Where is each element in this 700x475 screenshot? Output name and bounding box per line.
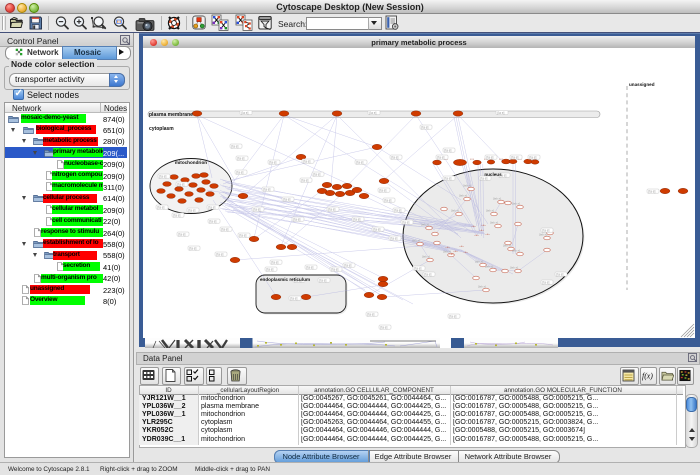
svg-text:[lab e]: [lab e] xyxy=(510,265,518,269)
svg-text:[la e]: [la e] xyxy=(543,280,550,284)
svg-text:[la e]: [la e] xyxy=(380,188,387,192)
svg-text:[la e]: [la e] xyxy=(425,272,432,276)
svg-text:plasma membrane: plasma membrane xyxy=(149,112,193,118)
svg-text:~e~: ~e~ xyxy=(449,252,454,256)
svg-text:[la e]: [la e] xyxy=(391,236,398,240)
svg-text:cytoplasm: cytoplasm xyxy=(149,126,174,132)
svg-text:f(x): f(x) xyxy=(642,372,653,381)
svg-text:[la e]: [la e] xyxy=(332,267,339,271)
svg-text:[la e]: [la e] xyxy=(210,219,217,223)
svg-text:~e~: ~e~ xyxy=(463,250,468,254)
svg-text:[la e]: [la e] xyxy=(190,246,197,250)
svg-text:[la e]: [la e] xyxy=(368,312,375,316)
svg-text:[la e]: [la e] xyxy=(237,170,244,174)
svg-text:[la e]: [la e] xyxy=(174,213,181,217)
svg-text:[la e]: [la e] xyxy=(557,272,564,276)
svg-text:x-x: x-x xyxy=(470,157,474,161)
svg-text:[la e]: [la e] xyxy=(498,111,505,115)
svg-text:[la e]: [la e] xyxy=(304,159,311,163)
svg-text:[la e]: [la e] xyxy=(370,111,377,115)
svg-text:[la e]: [la e] xyxy=(422,125,429,129)
svg-text:[lab e]: [lab e] xyxy=(463,183,471,187)
svg-text:~e~: ~e~ xyxy=(471,224,476,228)
svg-text:[lab e]: [lab e] xyxy=(422,254,430,258)
svg-text:[la e]: [la e] xyxy=(314,172,321,176)
svg-text:[la e]: [la e] xyxy=(345,263,352,267)
svg-text:[la e]: [la e] xyxy=(415,266,422,270)
svg-text:[la e]: [la e] xyxy=(543,228,550,232)
svg-text:[la e]: [la e] xyxy=(450,314,457,318)
svg-text:[la e]: [la e] xyxy=(374,227,381,231)
svg-text:[la e]: [la e] xyxy=(487,155,494,159)
svg-text:[lab e]: [lab e] xyxy=(539,232,547,236)
svg-text:[la e]: [la e] xyxy=(284,197,291,201)
svg-text:[lab e]: [lab e] xyxy=(503,243,511,247)
svg-text:[la e]: [la e] xyxy=(178,182,185,186)
svg-text:[la e]: [la e] xyxy=(403,220,410,224)
svg-text:[la e]: [la e] xyxy=(530,155,537,159)
svg-text:[la e]: [la e] xyxy=(222,227,229,231)
svg-text:[la e]: [la e] xyxy=(270,160,277,164)
svg-text:[la e]: [la e] xyxy=(357,160,364,164)
svg-text:~e~: ~e~ xyxy=(481,223,486,227)
svg-text:[la e]: [la e] xyxy=(272,260,279,264)
svg-text:[la e]: [la e] xyxy=(189,208,196,212)
svg-text:[lab e]: [lab e] xyxy=(475,259,483,263)
svg-text:[la e]: [la e] xyxy=(160,174,167,178)
svg-text:[la e]: [la e] xyxy=(307,265,314,269)
svg-text:[la e]: [la e] xyxy=(294,217,301,221)
svg-text:[la e]: [la e] xyxy=(179,232,186,236)
svg-text:[la e]: [la e] xyxy=(264,187,271,191)
svg-text:[la e]: [la e] xyxy=(209,205,216,209)
svg-text:[la e]: [la e] xyxy=(217,252,224,256)
svg-text:[la e]: [la e] xyxy=(240,233,247,237)
svg-text:unassigned: unassigned xyxy=(629,82,655,87)
svg-text:[la e]: [la e] xyxy=(242,111,249,115)
svg-text:[lab e]: [lab e] xyxy=(459,193,467,197)
svg-text:~e~: ~e~ xyxy=(474,233,479,237)
svg-text:~e~: ~e~ xyxy=(459,244,464,248)
svg-text:[la e]: [la e] xyxy=(354,217,361,221)
svg-text:[la e]: [la e] xyxy=(649,189,656,193)
svg-text:[la e]: [la e] xyxy=(320,278,327,282)
svg-text:[la e]: [la e] xyxy=(232,144,239,148)
svg-text:~e~: ~e~ xyxy=(445,245,450,249)
svg-text:[la e]: [la e] xyxy=(329,207,336,211)
svg-text:[la e]: [la e] xyxy=(395,208,402,212)
svg-text:[la e]: [la e] xyxy=(512,155,519,159)
svg-text:mitochondrion: mitochondrion xyxy=(175,160,207,165)
svg-text:[la e]: [la e] xyxy=(385,198,392,202)
svg-text:~e~: ~e~ xyxy=(485,232,490,236)
svg-text:[la e]: [la e] xyxy=(392,155,399,159)
svg-text:[la e]: [la e] xyxy=(381,325,388,329)
svg-text:[la e]: [la e] xyxy=(158,205,165,209)
svg-text:[lab e]: [lab e] xyxy=(512,201,520,205)
svg-text:[lab e]: [lab e] xyxy=(478,284,486,288)
svg-text:[lab e]: [lab e] xyxy=(451,208,459,212)
svg-text:[lab e]: [lab e] xyxy=(485,264,493,268)
svg-text:[la e]: [la e] xyxy=(445,148,452,152)
svg-text:nucleus: nucleus xyxy=(484,172,502,177)
svg-text:[la e]: [la e] xyxy=(238,156,245,160)
svg-text:[lab e]: [lab e] xyxy=(490,220,498,224)
svg-text:endoplasmic reticulum: endoplasmic reticulum xyxy=(260,277,310,282)
svg-text:[lab e]: [lab e] xyxy=(412,238,420,242)
svg-text:x-x: x-x xyxy=(499,157,503,161)
svg-text:[lab e]: [lab e] xyxy=(493,196,501,200)
svg-text:[la e]: [la e] xyxy=(254,207,261,211)
svg-text:[la e]: [la e] xyxy=(291,296,298,300)
svg-text:[lab e]: [lab e] xyxy=(421,222,429,226)
svg-text:[la e]: [la e] xyxy=(302,178,309,182)
svg-text:[lab e]: [lab e] xyxy=(486,208,494,212)
svg-text:~e~: ~e~ xyxy=(479,228,484,232)
svg-text:[la e]: [la e] xyxy=(267,267,274,271)
svg-text:[la e]: [la e] xyxy=(438,155,445,159)
svg-text:[la e]: [la e] xyxy=(445,176,452,180)
svg-text:[lab e]: [lab e] xyxy=(512,248,520,252)
